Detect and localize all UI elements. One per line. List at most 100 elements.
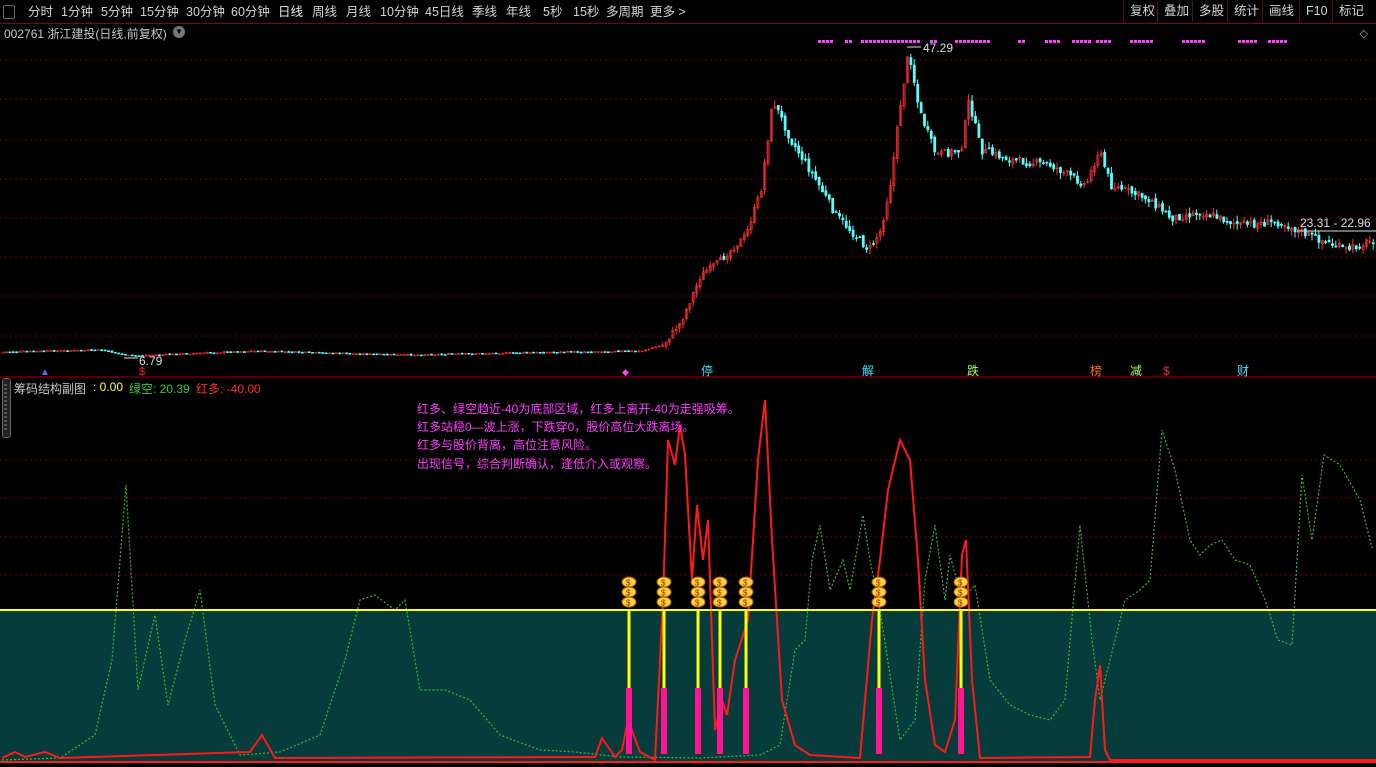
candle-body	[290, 351, 294, 354]
candle-body	[1120, 184, 1124, 190]
candle-body	[1110, 172, 1113, 190]
candle-body	[627, 350, 631, 352]
signal-dot	[1194, 40, 1197, 43]
signal-dot	[967, 40, 970, 43]
candle-body	[528, 352, 532, 354]
candle-body	[52, 350, 56, 352]
candle-body	[834, 211, 838, 213]
candle-body	[263, 350, 267, 353]
candle-body	[1293, 226, 1297, 233]
candle-body	[851, 229, 855, 237]
dollar-icon: $	[139, 366, 145, 378]
candle-body	[538, 352, 542, 354]
candle-body	[926, 126, 930, 131]
candle-body	[997, 151, 1001, 159]
candle-body	[525, 351, 529, 354]
candle-body	[317, 351, 321, 354]
event-reduce[interactable]: 减	[1130, 364, 1142, 378]
candle-body	[593, 351, 597, 354]
signal-dot	[1284, 40, 1287, 43]
price-labels: 47.29 6.79 23.31 - 22.96	[124, 41, 1376, 368]
dollar-icon: $	[743, 589, 748, 598]
candle-body	[586, 351, 590, 354]
candle-body	[100, 349, 104, 352]
candle-body	[185, 353, 189, 355]
dollar-icon: $	[695, 599, 700, 608]
candle-body	[576, 351, 580, 353]
signal-dot	[917, 40, 920, 43]
signal-dot	[1268, 40, 1271, 43]
candle-body	[1358, 246, 1362, 249]
event-unlock[interactable]: 解	[862, 364, 874, 378]
candle-body	[42, 350, 46, 353]
candle-body	[946, 149, 950, 157]
candle-body	[919, 102, 923, 114]
candle-body	[297, 351, 301, 353]
dollar-icon: $	[743, 599, 748, 608]
candle-body	[1144, 195, 1147, 200]
indicator-name[interactable]: 筹码结构副图	[14, 380, 86, 397]
candle-body	[865, 247, 869, 250]
candle-body	[226, 351, 229, 353]
signal-dot	[1096, 40, 1099, 43]
candle-body	[168, 353, 172, 356]
candle-body	[552, 351, 556, 354]
event-board[interactable]: 榜	[1090, 363, 1102, 378]
candle-body	[1331, 243, 1334, 246]
signal-dot	[1202, 40, 1205, 43]
annotation-line-3: 红多与股价背离，高位注意风险。	[417, 438, 598, 452]
candle-body	[1171, 215, 1175, 222]
candle-body	[1229, 221, 1232, 225]
candle-body	[855, 237, 858, 239]
candle-body	[1059, 167, 1062, 174]
candle-body	[470, 353, 474, 356]
candle-body	[1021, 158, 1025, 165]
candle-body	[814, 171, 818, 180]
candle-body	[22, 350, 25, 353]
dollar-icon: $	[661, 579, 666, 588]
candle-body	[1222, 216, 1226, 223]
event-suspend[interactable]: 停	[701, 363, 713, 378]
candle-body	[229, 351, 233, 354]
signal-dot	[865, 40, 868, 43]
candle-body	[831, 198, 835, 214]
candle-body	[1269, 219, 1273, 222]
signal-dot	[987, 40, 990, 43]
event-drop[interactable]: 跌	[967, 363, 979, 378]
candle-body	[324, 352, 328, 355]
candle-body	[280, 350, 284, 353]
dollar-icon: $	[626, 579, 631, 588]
candle-body	[59, 350, 63, 352]
signal-dot	[893, 40, 896, 43]
candle-body	[1327, 239, 1331, 243]
signal-dot	[1246, 40, 1249, 43]
candle-body	[266, 351, 270, 353]
candle-body	[603, 351, 607, 353]
diamond-marker-icon: ◆	[622, 367, 629, 377]
candle-body	[110, 350, 114, 353]
signal-dot	[913, 40, 916, 43]
candle-body	[1280, 224, 1283, 226]
candle-body	[93, 349, 97, 352]
candle-body	[1252, 219, 1256, 228]
candle-body	[1133, 190, 1137, 196]
candle-body	[117, 352, 121, 355]
candle-body	[821, 185, 824, 193]
candle-body	[532, 351, 535, 354]
candle-body	[1042, 162, 1045, 164]
candle-body	[311, 351, 314, 354]
candle-body	[1263, 221, 1266, 227]
candle-body	[372, 353, 376, 356]
candle-body	[1076, 175, 1079, 184]
candle-body	[1079, 183, 1083, 187]
dollar-icon: $	[695, 589, 700, 598]
signal-dot	[1150, 40, 1153, 43]
signal-dot	[1100, 40, 1103, 43]
event-finance[interactable]: 财	[1237, 364, 1249, 378]
candle-body	[1072, 173, 1076, 176]
signal-dot	[1130, 40, 1133, 43]
candle-body	[824, 190, 828, 196]
signal-dot	[983, 40, 986, 43]
candle-body	[1225, 221, 1229, 223]
event-dollar[interactable]: $	[1163, 364, 1170, 378]
